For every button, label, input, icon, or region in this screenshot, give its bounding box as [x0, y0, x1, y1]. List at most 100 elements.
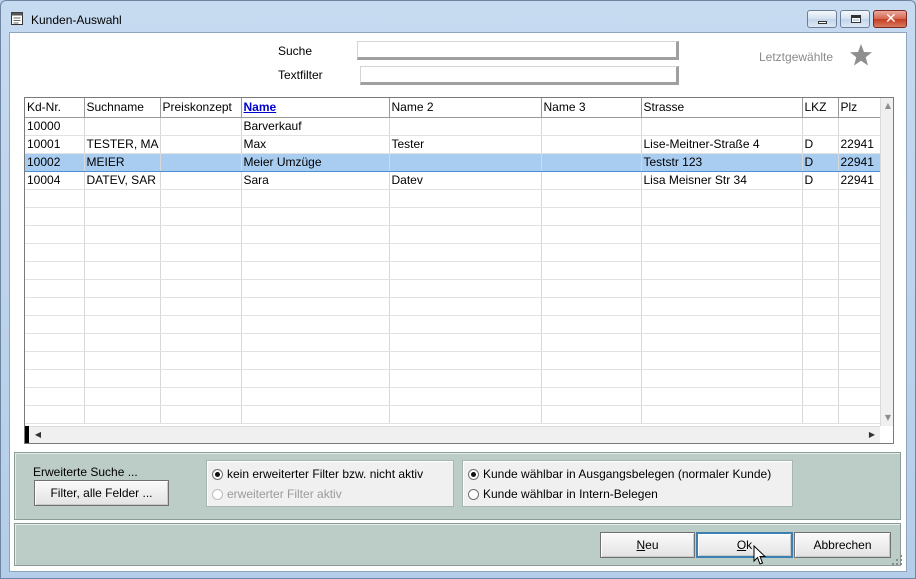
- table-cell-kd-nr[interactable]: [25, 297, 85, 316]
- table-cell-name-3[interactable]: [541, 387, 642, 406]
- table-cell-name-3[interactable]: [541, 351, 642, 370]
- table-cell-plz[interactable]: [838, 279, 881, 298]
- column-header-plz[interactable]: Plz: [838, 98, 881, 118]
- table-cell-strasse[interactable]: [641, 297, 803, 316]
- horizontal-scroll-thumb[interactable]: [45, 428, 865, 442]
- scope-internal-option[interactable]: Kunde wählbar in Intern-Belegen: [468, 487, 658, 501]
- table-cell-suchname[interactable]: [84, 279, 161, 298]
- table-cell-lkz[interactable]: [802, 117, 839, 136]
- table-cell-lkz[interactable]: [802, 261, 839, 280]
- column-header-name-3[interactable]: Name 3: [541, 98, 642, 118]
- table-cell-name-3[interactable]: [541, 279, 642, 298]
- table-cell-suchname[interactable]: [84, 387, 161, 406]
- table-row[interactable]: [25, 261, 881, 280]
- table-row[interactable]: 10001 TESTER, MA Max Tester Lise-Meitner-Str…: [25, 135, 881, 154]
- table-cell-plz[interactable]: [838, 297, 881, 316]
- table-cell-preiskonzept[interactable]: [160, 297, 242, 316]
- table-row[interactable]: [25, 369, 881, 388]
- vertical-scrollbar[interactable]: ▲ ▼: [880, 98, 893, 426]
- table-cell-strasse[interactable]: [641, 279, 803, 298]
- table-cell-name-2[interactable]: [389, 189, 542, 208]
- scroll-right-icon[interactable]: ▶: [865, 427, 879, 443]
- table-cell-name[interactable]: Max: [241, 135, 390, 154]
- table-cell-name-3[interactable]: [541, 333, 642, 352]
- table-cell-suchname[interactable]: [84, 351, 161, 370]
- scope-internal-radio[interactable]: [468, 489, 479, 500]
- scroll-down-icon[interactable]: ▼: [881, 410, 893, 426]
- table-cell-lkz[interactable]: [802, 279, 839, 298]
- table-cell-preiskonzept[interactable]: [160, 405, 242, 424]
- table-cell-strasse[interactable]: [641, 261, 803, 280]
- table-cell-name-3[interactable]: [541, 297, 642, 316]
- table-cell-name[interactable]: [241, 243, 390, 262]
- table-cell-lkz[interactable]: [802, 405, 839, 424]
- table-cell-suchname[interactable]: [84, 207, 161, 226]
- table-cell-preiskonzept[interactable]: [160, 387, 242, 406]
- table-cell-preiskonzept[interactable]: [160, 207, 242, 226]
- table-cell-name[interactable]: Sara: [241, 171, 390, 190]
- table-cell-lkz[interactable]: D: [802, 152, 839, 172]
- table-row[interactable]: [25, 351, 881, 370]
- table-cell-strasse[interactable]: [641, 189, 803, 208]
- table-cell-name-2[interactable]: [389, 225, 542, 244]
- table-cell-kd-nr[interactable]: [25, 369, 85, 388]
- table-row[interactable]: [25, 333, 881, 352]
- table-cell-strasse[interactable]: Teststr 123: [641, 152, 803, 172]
- table-cell-lkz[interactable]: [802, 315, 839, 334]
- table-cell-preiskonzept[interactable]: [160, 351, 242, 370]
- table-cell-name-2[interactable]: Tester: [389, 135, 542, 154]
- table-cell-name-3[interactable]: [541, 369, 642, 388]
- table-row[interactable]: [25, 297, 881, 316]
- table-row[interactable]: 10002 MEIER Meier Umzüge Teststr 123 D 22941: [25, 152, 881, 172]
- table-cell-kd-nr[interactable]: 10000: [25, 117, 85, 136]
- table-cell-name[interactable]: [241, 369, 390, 388]
- table-cell-suchname[interactable]: TESTER, MA: [84, 135, 161, 154]
- table-cell-name[interactable]: [241, 387, 390, 406]
- table-cell-suchname[interactable]: [84, 297, 161, 316]
- table-cell-kd-nr[interactable]: [25, 351, 85, 370]
- table-cell-preiskonzept[interactable]: [160, 225, 242, 244]
- scroll-left-icon[interactable]: ◀: [31, 427, 45, 443]
- table-cell-name-2[interactable]: [389, 261, 542, 280]
- table-cell-name-3[interactable]: [541, 243, 642, 262]
- table-cell-strasse[interactable]: [641, 333, 803, 352]
- table-cell-plz[interactable]: [838, 387, 881, 406]
- table-cell-suchname[interactable]: [84, 369, 161, 388]
- table-cell-name-2[interactable]: [389, 207, 542, 226]
- table-cell-name[interactable]: [241, 207, 390, 226]
- close-button[interactable]: ✕: [873, 10, 907, 28]
- table-cell-name-2[interactable]: [389, 152, 542, 172]
- table-cell-name-2[interactable]: Datev: [389, 171, 542, 190]
- table-cell-kd-nr[interactable]: 10004: [25, 171, 85, 190]
- table-cell-lkz[interactable]: D: [802, 171, 839, 190]
- table-cell-name[interactable]: [241, 189, 390, 208]
- table-cell-suchname[interactable]: [84, 315, 161, 334]
- table-cell-plz[interactable]: [838, 189, 881, 208]
- scope-outgoing-option[interactable]: Kunde wählbar in Ausgangsbelegen (normal…: [468, 467, 771, 481]
- table-cell-preiskonzept[interactable]: [160, 279, 242, 298]
- table-cell-kd-nr[interactable]: [25, 189, 85, 208]
- column-header-strasse[interactable]: Strasse: [641, 98, 803, 118]
- maximize-button[interactable]: [840, 10, 870, 28]
- column-header-name[interactable]: Name: [241, 98, 390, 118]
- table-cell-lkz[interactable]: [802, 387, 839, 406]
- table-cell-kd-nr[interactable]: [25, 243, 85, 262]
- table-cell-name-2[interactable]: [389, 117, 542, 136]
- star-icon[interactable]: [849, 43, 873, 67]
- column-header-suchname[interactable]: Suchname: [84, 98, 161, 118]
- table-cell-strasse[interactable]: Lisa Meisner Str 34: [641, 171, 803, 190]
- table-cell-plz[interactable]: [838, 333, 881, 352]
- table-cell-plz[interactable]: [838, 351, 881, 370]
- table-row[interactable]: [25, 315, 881, 334]
- table-cell-strasse[interactable]: [641, 207, 803, 226]
- filter-all-fields-button[interactable]: Filter, alle Felder ...: [34, 480, 169, 506]
- table-cell-preiskonzept[interactable]: [160, 189, 242, 208]
- table-cell-lkz[interactable]: [802, 207, 839, 226]
- filter-inactive-radio[interactable]: [212, 469, 223, 480]
- table-row[interactable]: [25, 279, 881, 298]
- table-cell-preiskonzept[interactable]: [160, 369, 242, 388]
- table-cell-preiskonzept[interactable]: [160, 243, 242, 262]
- table-row[interactable]: [25, 405, 881, 424]
- new-button[interactable]: Neu: [600, 532, 695, 558]
- table-cell-plz[interactable]: [838, 225, 881, 244]
